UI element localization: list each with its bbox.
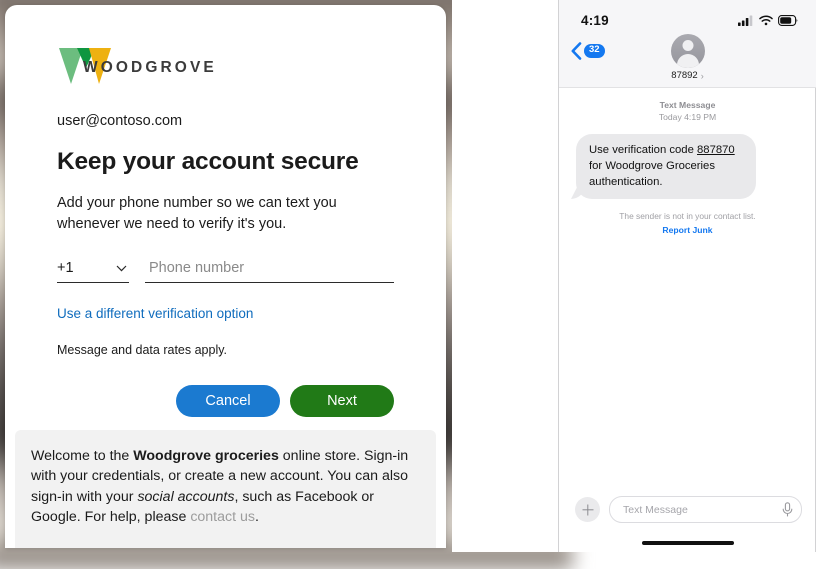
conversation-body: Text Message Today 4:19 PM Use verificat… [559, 88, 816, 528]
contact-name-row: 87892 › [671, 70, 703, 81]
banner-brand-name: Woodgrove groceries [133, 447, 279, 464]
country-code-select[interactable]: +1 [57, 260, 129, 284]
message-input[interactable]: Text Message [609, 496, 802, 523]
plus-icon[interactable] [575, 497, 600, 522]
message-input-placeholder: Text Message [623, 503, 688, 516]
phone-mockup: 4:19 32 87892 › Text Message Today 4:19 … [558, 0, 816, 552]
contact-us-link[interactable]: contact us [190, 509, 255, 525]
next-button[interactable]: Next [290, 385, 394, 418]
cellular-signal-icon [738, 15, 753, 26]
action-button-row: Cancel Next [57, 385, 394, 418]
brand-wordmark: WOODGROVE [83, 59, 217, 76]
report-junk-link[interactable]: Report Junk [559, 225, 816, 235]
banner-text-1: Welcome to the [31, 447, 134, 464]
chevron-right-icon: › [700, 70, 704, 81]
alternate-verification-link[interactable]: Use a different verification option [57, 306, 253, 321]
phone-footer: Text Message [559, 488, 816, 552]
banner-text-4: . [254, 509, 259, 526]
message-rates-note: Message and data rates apply. [57, 343, 228, 358]
signin-card-content: WOODGROVE user@contoso.com Keep your acc… [5, 5, 446, 418]
status-bar: 4:19 [559, 0, 816, 32]
banner-social-accounts: social accounts [137, 488, 235, 505]
contact-name: 87892 [671, 70, 698, 81]
user-email: user@contoso.com [57, 113, 183, 129]
status-bar-icons [738, 14, 798, 26]
phone-number-input[interactable] [145, 260, 394, 284]
message-text-before-code: Use verification code [589, 143, 697, 156]
message-bubble[interactable]: Use verification code 887870 for Woodgro… [576, 133, 756, 199]
service-label: Text Message [659, 100, 716, 110]
status-bar-clock: 4:19 [581, 12, 609, 28]
battery-icon [778, 14, 798, 26]
cancel-button[interactable]: Cancel [176, 385, 280, 418]
page-title: Keep your account secure [57, 148, 359, 175]
verification-code[interactable]: 887870 [697, 144, 735, 156]
message-meta: Text Message Today 4:19 PM [559, 88, 816, 124]
brand-logo: WOODGROVE [57, 45, 394, 87]
phone-nav-bar: 32 87892 › [559, 32, 816, 88]
contact-header[interactable]: 87892 › [559, 34, 816, 81]
microphone-icon[interactable] [782, 502, 793, 517]
page-subtitle: Add your phone number so we can text you… [57, 195, 337, 232]
person-avatar-icon [670, 34, 705, 68]
phone-entry-row: +1 [57, 260, 394, 284]
welcome-banner: Welcome to the Woodgrove groceries onlin… [15, 429, 436, 548]
signin-card: WOODGROVE user@contoso.com Keep your acc… [5, 5, 446, 548]
message-text-after-code: for Woodgrove Groceries authentication. [589, 159, 715, 188]
chevron-down-icon [116, 265, 127, 272]
wifi-icon [759, 15, 773, 25]
country-code-value: +1 [57, 260, 74, 277]
message-composer: Text Message [559, 488, 816, 523]
phone-header: 4:19 32 87892 › [559, 0, 816, 88]
home-indicator [641, 541, 734, 545]
message-timestamp: Today 4:19 PM [658, 112, 717, 123]
sender-notice: The sender is not in your contact list. [619, 211, 756, 221]
